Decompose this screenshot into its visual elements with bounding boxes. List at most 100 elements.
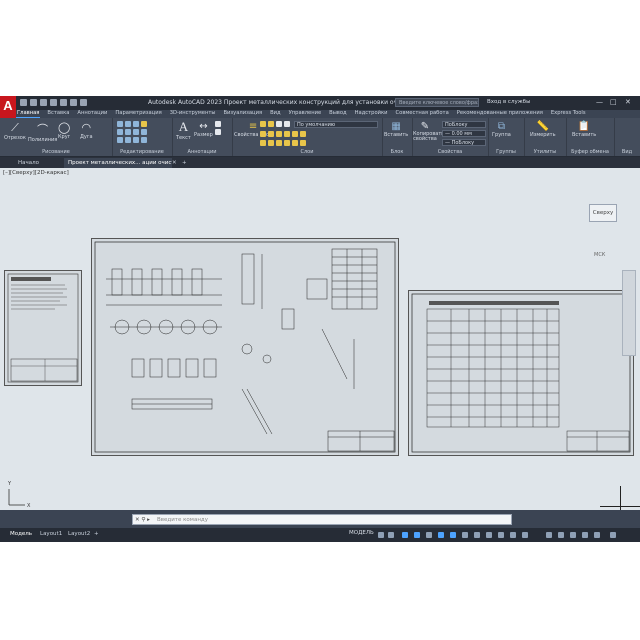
layer-unlock-icon[interactable] (276, 140, 282, 146)
snap-icon[interactable] (388, 532, 394, 538)
rotate-icon[interactable] (125, 121, 131, 127)
layer-freeze-icon[interactable] (268, 131, 274, 137)
close-command-icon[interactable]: ✕ ⚲ ▸ (135, 515, 150, 524)
viewcube[interactable]: Сверху (589, 204, 617, 222)
layout-tab-1[interactable]: Layout1 (40, 531, 62, 537)
layer-match-icon[interactable] (292, 131, 298, 137)
viewport-controls[interactable]: [–][Сверху][2D-каркас] (3, 170, 69, 176)
trim-icon[interactable] (133, 121, 139, 127)
clean-screen-icon[interactable] (594, 532, 600, 538)
tab-visualize[interactable]: Визуализация (222, 110, 263, 118)
layer-walk-icon[interactable] (284, 140, 290, 146)
lock-icon[interactable] (276, 121, 282, 127)
object-snap-icon[interactable] (450, 532, 456, 538)
layer-isolate-icon[interactable] (260, 131, 266, 137)
polar-icon[interactable] (414, 532, 420, 538)
group-button[interactable]: ⧉ Группа (492, 121, 511, 138)
minimize-button[interactable]: — (596, 98, 603, 106)
undo-icon[interactable] (70, 99, 77, 106)
tab-express-tools[interactable]: Express Tools (550, 110, 587, 118)
add-layout-icon[interactable]: + (94, 531, 99, 537)
open-icon[interactable] (30, 99, 37, 106)
layer-on-icon[interactable] (260, 140, 266, 146)
layer-off-icon[interactable] (276, 131, 282, 137)
file-tab-drawing[interactable]: Проект металлических... ации очистки газ… (64, 158, 172, 168)
layer-current-icon[interactable] (300, 140, 306, 146)
command-line[interactable]: ✕ ⚲ ▸ Введите команду (132, 514, 512, 525)
layer-unisolate-icon[interactable] (300, 131, 306, 137)
tab-manage[interactable]: Управление (288, 110, 323, 118)
stretch-icon[interactable] (117, 137, 123, 143)
plot-icon[interactable] (60, 99, 67, 106)
save-as-icon[interactable] (50, 99, 57, 106)
hardware-acceleration-icon[interactable] (570, 532, 576, 538)
gear-icon[interactable] (558, 532, 564, 538)
grid-icon[interactable] (378, 532, 384, 538)
tab-featured-apps[interactable]: Рекомендованные приложения (456, 110, 544, 118)
tab-home[interactable]: Главная (16, 110, 41, 118)
sun-icon[interactable] (268, 121, 274, 127)
wcs-menu[interactable]: МСК (594, 252, 605, 258)
tab-output[interactable]: Вывод (328, 110, 347, 118)
selection-cycling-icon[interactable] (486, 532, 492, 538)
arc-button[interactable]: ◠ Дуга (80, 121, 93, 140)
lineweight-icon[interactable] (462, 532, 468, 538)
tab-3d-tools[interactable]: 3D-инструменты (169, 110, 217, 118)
signin-button[interactable]: Вход в службы (487, 99, 530, 105)
transparency-icon[interactable] (474, 532, 480, 538)
match-properties-button[interactable]: ✎ Копировать свойства (413, 121, 444, 142)
tab-collaborate[interactable]: Совместная работа (395, 110, 450, 118)
explode-icon[interactable] (141, 129, 147, 135)
annotation-scale-icon[interactable] (498, 532, 504, 538)
color-swatch-icon[interactable] (284, 121, 290, 127)
isodraft-icon[interactable] (426, 532, 432, 538)
linetype-dropdown[interactable]: — ПоБлоку (442, 139, 486, 146)
tab-view[interactable]: Вид (269, 110, 282, 118)
annotation-visibility-icon[interactable] (510, 532, 516, 538)
command-input[interactable]: Введите команду (157, 517, 208, 523)
layer-lock-icon[interactable] (284, 131, 290, 137)
model-space-button[interactable]: МОДЕЛЬ (349, 530, 374, 536)
layer-previous-icon[interactable] (292, 140, 298, 146)
navigation-bar[interactable] (622, 270, 636, 356)
maximize-button[interactable]: □ (610, 98, 617, 106)
tab-annotate[interactable]: Аннотации (76, 110, 108, 118)
application-menu-button[interactable]: A (0, 96, 16, 118)
lineweight-dropdown[interactable]: — 0.00 мм (442, 130, 486, 137)
close-button[interactable]: ✕ (625, 98, 631, 106)
array-icon[interactable] (133, 137, 139, 143)
redo-icon[interactable] (80, 99, 87, 106)
tab-parametric[interactable]: Параметризация (114, 110, 162, 118)
new-tab-icon[interactable]: + (178, 158, 191, 168)
layout-tab-2[interactable]: Layout2 (68, 531, 90, 537)
table-icon[interactable] (215, 129, 221, 135)
workspace-icon[interactable] (522, 532, 528, 538)
offset-icon[interactable] (141, 137, 147, 143)
new-icon[interactable] (20, 99, 27, 106)
dimension-button[interactable]: ↔ Размер (194, 121, 213, 138)
polyline-button[interactable]: ⌒ Полилиния (28, 121, 57, 143)
tab-addins[interactable]: Надстройки (354, 110, 389, 118)
erase-icon[interactable] (141, 121, 147, 127)
paste-button[interactable]: 📋 Вставить (572, 121, 596, 138)
mirror-icon[interactable] (125, 129, 131, 135)
copy-icon[interactable] (117, 129, 123, 135)
layout-tab-model[interactable]: Модель (10, 531, 32, 537)
file-tab-start[interactable]: Начало (14, 158, 43, 168)
scale-icon[interactable] (125, 137, 131, 143)
fillet-icon[interactable] (133, 129, 139, 135)
line-button[interactable]: ⟋ Отрезок (4, 121, 26, 141)
insert-block-button[interactable]: ▦ Вставить (384, 121, 408, 138)
tab-insert[interactable]: Вставка (46, 110, 70, 118)
move-icon[interactable] (117, 121, 123, 127)
layer-thaw-icon[interactable] (268, 140, 274, 146)
search-input[interactable]: Введите ключевое слово/фразу (395, 98, 479, 107)
text-button[interactable]: A Текст (176, 119, 191, 141)
layer-dropdown[interactable]: По умолчанию (294, 121, 378, 128)
object-snap-tracking-icon[interactable] (438, 532, 444, 538)
isolate-objects-icon[interactable] (582, 532, 588, 538)
units-icon[interactable] (546, 532, 552, 538)
leader-icon[interactable] (215, 121, 221, 127)
customize-icon[interactable] (610, 532, 616, 538)
ortho-icon[interactable] (402, 532, 408, 538)
